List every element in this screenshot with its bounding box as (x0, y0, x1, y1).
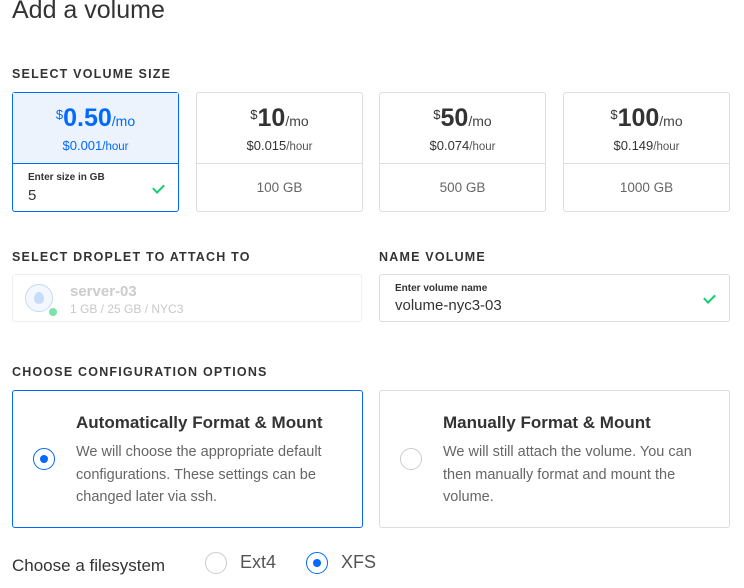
monthly-price: 10 (257, 104, 286, 132)
currency-symbol: $ (55, 107, 64, 122)
size-amount: 1000 GB (564, 163, 729, 211)
page-title: Add a volume (12, 0, 165, 24)
currency-symbol: $ (610, 107, 618, 122)
config-option-title: Manually Format & Mount (443, 413, 651, 432)
filesystem-ext4-radio[interactable] (205, 552, 227, 574)
volume-name-label: Enter volume name (395, 283, 488, 294)
currency-symbol: $ (250, 107, 258, 122)
per-month-unit: /mo (285, 113, 309, 129)
hourly-price: $0.149 (613, 138, 654, 153)
radio-button[interactable] (33, 448, 55, 470)
volume-name-input[interactable] (395, 297, 685, 314)
filesystem-ext4-label[interactable]: Ext4 (240, 552, 276, 573)
per-hour-unit: /hour (653, 141, 680, 153)
size-option-custom[interactable]: $0.50/mo $0.001/hour Enter size in GB (12, 92, 179, 212)
filesystem-xfs-radio[interactable] (306, 552, 328, 574)
size-amount: 100 GB (197, 163, 362, 211)
config-option-manual[interactable]: Manually Format & Mount We will still at… (379, 390, 730, 528)
hourly-price: $0.001 (62, 138, 103, 153)
check-icon (152, 181, 165, 194)
size-gb-input[interactable] (28, 187, 138, 204)
monthly-price: 100 (617, 104, 660, 132)
config-option-title: Automatically Format & Mount (76, 413, 323, 432)
per-hour-unit: /hour (102, 141, 129, 153)
status-indicator (48, 307, 58, 317)
monthly-price: 0.50 (63, 104, 112, 132)
config-section-label: CHOOSE CONFIGURATION OPTIONS (12, 365, 268, 379)
monthly-price: 50 (440, 104, 469, 132)
size-option-100gb[interactable]: $10/mo $0.015/hour 100 GB (196, 92, 363, 212)
config-option-description: We will still attach the volume. You can… (443, 444, 692, 505)
name-volume-section-label: NAME VOLUME (379, 250, 486, 264)
hourly-price: $0.074 (429, 138, 470, 153)
droplet-selector[interactable]: server-03 1 GB / 25 GB / NYC3 (12, 274, 362, 322)
size-option-500gb[interactable]: $50/mo $0.074/hour 500 GB (379, 92, 546, 212)
per-month-unit: /mo (468, 113, 492, 129)
volume-name-field[interactable]: Enter volume name (379, 274, 730, 322)
currency-symbol: $ (433, 107, 441, 122)
check-icon (703, 291, 716, 304)
size-amount: 500 GB (380, 163, 545, 211)
per-hour-unit: /hour (469, 141, 496, 153)
size-option-1000gb[interactable]: $100/mo $0.149/hour 1000 GB (563, 92, 730, 212)
filesystem-label: Choose a filesystem (12, 556, 166, 575)
radio-button[interactable] (400, 448, 422, 470)
droplet-section-label: SELECT DROPLET TO ATTACH TO (12, 250, 251, 264)
size-input-label: Enter size in GB (28, 172, 105, 183)
droplet-name: server-03 (70, 283, 137, 300)
per-hour-unit: /hour (286, 141, 313, 153)
config-option-description: We will choose the appropriate default c… (76, 444, 322, 505)
volume-size-section-label: SELECT VOLUME SIZE (12, 67, 172, 81)
per-month-unit: /mo (659, 113, 683, 129)
hourly-price: $0.015 (246, 138, 287, 153)
config-option-auto[interactable]: Automatically Format & Mount We will cho… (12, 390, 363, 528)
per-month-unit: /mo (111, 113, 136, 129)
filesystem-xfs-label[interactable]: XFS (341, 552, 376, 573)
droplet-meta: 1 GB / 25 GB / NYC3 (70, 302, 184, 316)
